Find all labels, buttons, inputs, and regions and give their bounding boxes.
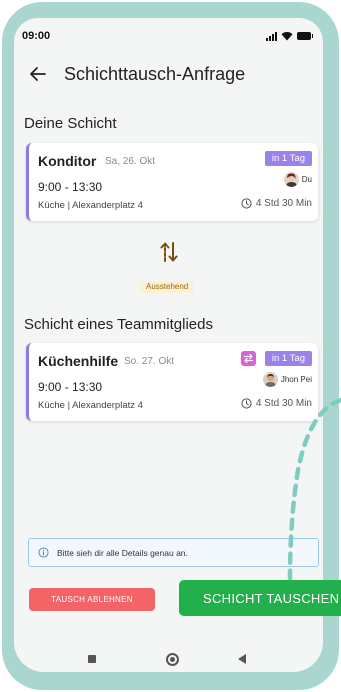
status-time: 09:00 [22, 30, 51, 42]
status-icons [266, 31, 313, 41]
duration-text: 4 Std 30 Min [255, 198, 312, 209]
info-icon [38, 547, 49, 558]
recent-apps-icon[interactable] [88, 655, 96, 663]
time-until-badge: in 1 Tag [264, 351, 312, 366]
shift-location: Küche | Alexanderplatz 4 [38, 400, 143, 411]
swap-icon [243, 353, 254, 364]
shift-date: Sa, 26. Okt [105, 156, 156, 167]
swap-arrows-icon [160, 242, 178, 262]
battery-icon [297, 32, 313, 40]
reject-swap-button[interactable]: TAUSCH ABLEHNEN [29, 588, 155, 611]
status-bar: 09:00 [14, 18, 323, 54]
arrow-left-icon[interactable] [28, 64, 48, 84]
nav-back-icon[interactable] [238, 654, 246, 664]
user-chip: Du [283, 172, 312, 187]
system-nav-bar [14, 643, 323, 672]
clock-icon [241, 198, 252, 209]
my-shift-heading: Deine Schicht [24, 115, 117, 132]
my-shift-card[interactable]: Konditor Sa, 26. Okt in 1 Tag Du 9:00 - … [26, 143, 318, 221]
user-name: Du [301, 175, 312, 184]
shift-duration: 4 Std 30 Min [241, 198, 312, 209]
shift-role: Küchenhilfe [38, 353, 119, 369]
home-icon[interactable] [166, 653, 179, 666]
shift-location: Küche | Alexanderplatz 4 [38, 200, 143, 211]
signal-icon [266, 31, 277, 41]
time-until-badge: in 1 Tag [264, 151, 312, 166]
wifi-icon [281, 32, 293, 41]
shift-time: 9:00 - 13:30 [38, 180, 103, 194]
info-text: Bitte sieh dir alle Details genau an. [57, 547, 188, 558]
colleague-shift-heading: Schicht eines Teammitglieds [24, 316, 213, 333]
status-badge: Ausstehend [140, 281, 195, 293]
shift-role: Konditor [38, 153, 97, 169]
shift-time: 9:00 - 13:30 [38, 380, 103, 394]
shift-date: So. 27. Okt [124, 356, 175, 367]
avatar [283, 172, 299, 187]
accept-swap-button[interactable]: SCHICHT TAUSCHEN [179, 580, 341, 616]
page-title: Schichttausch-Anfrage [64, 63, 246, 84]
dashed-curve-decoration [287, 397, 341, 580]
app-bar: Schichttausch-Anfrage [14, 58, 323, 90]
clock-icon [241, 398, 252, 409]
swap-badge [241, 351, 256, 366]
